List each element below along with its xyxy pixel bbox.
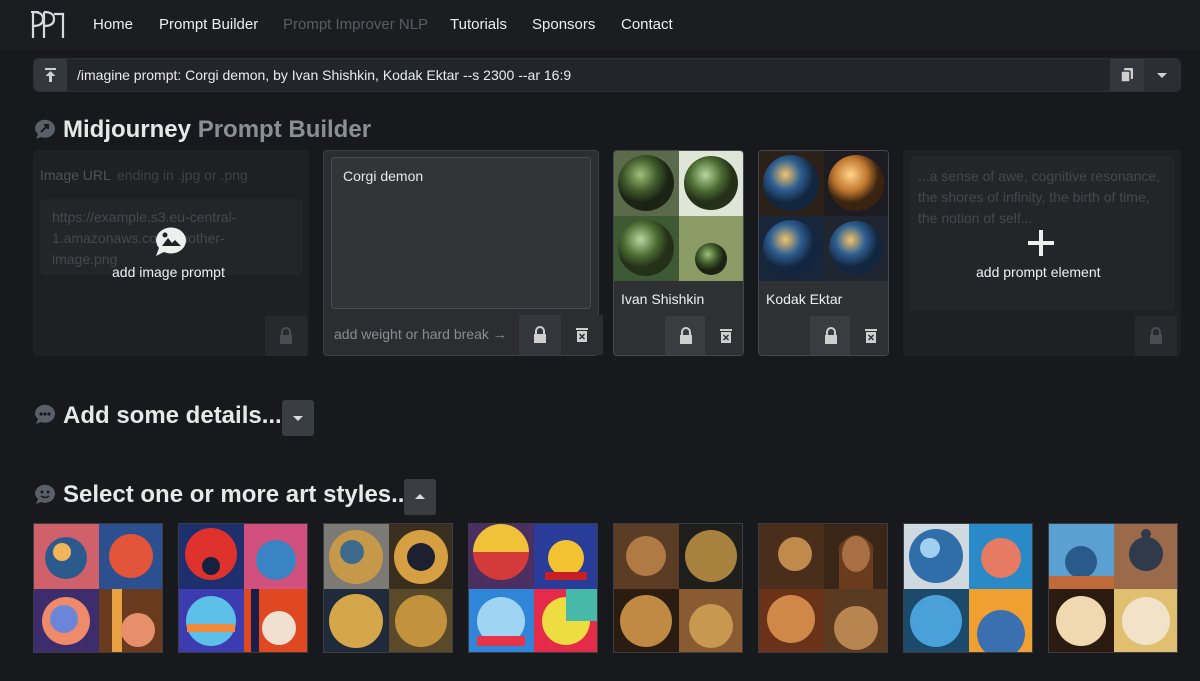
nav-prompt-improver[interactable]: Prompt Improver NLP <box>283 16 428 33</box>
chat-arrow-icon <box>34 119 55 139</box>
style-thumbnail <box>324 524 452 652</box>
art-style-tile[interactable] <box>468 523 598 653</box>
artist-lock-button[interactable] <box>665 316 707 355</box>
lock-icon <box>1150 327 1162 344</box>
text-lock-button[interactable] <box>519 315 561 355</box>
chat-dots-icon <box>34 404 55 424</box>
lock-icon <box>534 326 546 343</box>
caret-down-icon <box>1157 73 1167 78</box>
artist-card-ivan-shishkin[interactable]: Ivan Shishkin <box>613 150 744 356</box>
image-url-hint: ending in .jpg or .png <box>117 167 248 183</box>
weight-hint[interactable]: add weight or hard break → <box>334 326 507 342</box>
prompt-text[interactable]: /imagine prompt: Corgi demon, by Ivan Sh… <box>77 67 571 83</box>
style-thumbnail <box>904 524 1032 652</box>
builder-title: Midjourney Prompt Builder <box>63 116 372 143</box>
artist-label: Ivan Shishkin <box>621 291 705 307</box>
artist-label: Kodak Ektar <box>766 291 843 307</box>
text-delete-button[interactable] <box>561 315 603 355</box>
text-prompt-card[interactable]: Corgi demon add weight or hard break → <box>323 150 603 356</box>
art-style-tile[interactable] <box>323 523 453 653</box>
trash-icon <box>576 328 588 342</box>
lock-icon <box>680 327 692 344</box>
nav-prompt-builder[interactable]: Prompt Builder <box>159 16 258 33</box>
image-prompt-card[interactable]: Image URL ending in .jpg or .png https:/… <box>33 150 309 356</box>
copy-icon <box>1120 68 1133 83</box>
artist-lock-button[interactable] <box>810 316 852 355</box>
add-prompt-element-card[interactable]: ...a sense of awe, cognitive resonance, … <box>903 150 1181 356</box>
artist-delete-button[interactable] <box>850 316 888 355</box>
caret-up-icon <box>415 494 425 499</box>
style-thumbnail <box>34 524 162 652</box>
nav-tutorials[interactable]: Tutorials <box>450 16 507 33</box>
top-nav: Home Prompt Builder Prompt Improver NLP … <box>0 0 1200 50</box>
style-thumbnail <box>1049 524 1177 652</box>
nav-sponsors[interactable]: Sponsors <box>532 16 595 33</box>
style-thumbnail <box>469 524 597 652</box>
nav-home[interactable]: Home <box>93 16 133 33</box>
styles-collapse-toggle[interactable] <box>404 479 436 515</box>
add-prompt-element-label: add prompt element <box>976 264 1101 280</box>
upload-button[interactable] <box>34 59 67 91</box>
style-thumbnail <box>614 524 742 652</box>
lock-icon <box>280 327 292 344</box>
style-thumbnail <box>179 524 307 652</box>
caret-down-icon <box>293 416 303 421</box>
art-style-tile[interactable] <box>1048 523 1178 653</box>
plus-icon <box>1028 230 1054 256</box>
trash-icon <box>865 329 877 343</box>
art-style-tile[interactable] <box>758 523 888 653</box>
artist-thumbnail <box>759 151 888 281</box>
chat-smile-icon <box>34 484 55 504</box>
lock-icon <box>825 327 837 344</box>
add-image-prompt-label: add image prompt <box>112 264 225 280</box>
image-chat-icon <box>156 227 186 256</box>
prompt-textarea[interactable]: Corgi demon <box>331 157 591 309</box>
art-style-tile[interactable] <box>33 523 163 653</box>
trash-icon <box>720 329 732 343</box>
styles-title: Select one or more art styles... <box>63 481 412 508</box>
artist-card-kodak-ektar[interactable]: Kodak Ektar <box>758 150 889 356</box>
image-url-label: Image URL <box>40 167 111 183</box>
art-style-tile[interactable] <box>903 523 1033 653</box>
art-style-tile[interactable] <box>178 523 308 653</box>
details-title: Add some details... <box>63 402 282 429</box>
artist-delete-button[interactable] <box>705 316 743 355</box>
nav-contact[interactable]: Contact <box>621 16 673 33</box>
art-style-tile[interactable] <box>613 523 743 653</box>
artist-thumbnail <box>614 151 743 281</box>
upload-icon <box>45 68 56 82</box>
prompt-output-bar: /imagine prompt: Corgi demon, by Ivan Sh… <box>33 58 1181 92</box>
site-logo[interactable] <box>30 8 66 40</box>
copy-button[interactable] <box>1110 59 1144 91</box>
prompt-options-dropdown[interactable] <box>1144 59 1180 91</box>
image-lock-button[interactable] <box>265 316 307 356</box>
details-expand-toggle[interactable] <box>282 400 314 436</box>
element-lock-button[interactable] <box>1135 316 1177 356</box>
style-thumbnail <box>759 524 887 652</box>
